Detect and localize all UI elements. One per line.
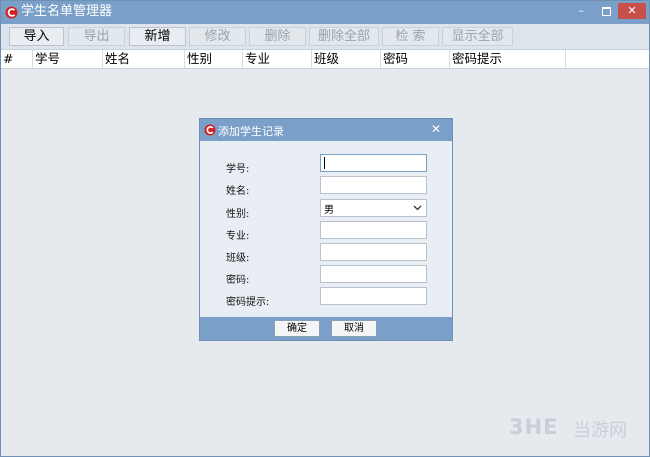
maximize-icon [601,6,611,16]
column-header-class[interactable]: 班级 [312,50,381,68]
watermark-logo: 3HE [509,415,559,439]
column-header-index[interactable]: # [1,50,33,68]
app-logo-icon [5,6,18,19]
import-button[interactable]: 导入 [9,27,64,46]
close-button[interactable]: ✕ [618,3,646,19]
class-label: 班级: [226,253,250,264]
minimize-button[interactable]: – [569,3,593,19]
name-label: 姓名: [226,186,250,197]
add-student-dialog: 添加学生记录 ✕ 学号: 姓名: 性别: 男 专业: 班级: 密码: 密码提示:… [199,118,453,341]
minimize-icon: – [578,4,584,17]
major-label: 专业: [226,231,250,242]
major-input[interactable] [320,221,427,239]
delete-all-button[interactable]: 删除全部 [309,27,379,46]
dialog-title: 添加学生记录 [218,125,284,138]
text-caret [324,157,325,169]
password-hint-input[interactable] [320,287,427,305]
gender-selected-value: 男 [324,205,334,216]
column-header-major[interactable]: 专业 [243,50,312,68]
edit-button[interactable]: 修改 [189,27,246,46]
gender-select[interactable]: 男 [320,199,427,217]
cancel-button[interactable]: 取消 [331,320,377,337]
name-input[interactable] [320,176,427,194]
password-hint-label: 密码提示: [226,297,270,308]
dialog-footer: 确定 取消 [200,317,452,340]
watermark: 3HE 当游网 [509,413,637,441]
title-bar[interactable]: 学生名单管理器 – ✕ [1,1,649,24]
column-header-name[interactable]: 姓名 [103,50,185,68]
window-title: 学生名单管理器 [21,4,113,19]
delete-button[interactable]: 删除 [249,27,306,46]
column-header-gender[interactable]: 性别 [185,50,243,68]
column-header-password[interactable]: 密码 [381,50,450,68]
password-input[interactable] [320,265,427,283]
search-button[interactable]: 检 索 [382,27,439,46]
maximize-button[interactable] [594,3,618,19]
column-header-student-id[interactable]: 学号 [33,50,103,68]
toolbar: 导入 导出 新增 修改 删除 删除全部 检 索 显示全部 [1,24,649,48]
dialog-close-button[interactable]: ✕ [428,121,444,137]
student-id-label: 学号: [226,164,250,175]
close-icon: ✕ [430,122,442,136]
gender-label: 性别: [226,209,250,220]
password-label: 密码: [226,275,250,286]
column-header-password-hint[interactable]: 密码提示 [450,50,566,68]
watermark-text: 当游网 [573,420,627,441]
chevron-down-icon [413,205,422,211]
add-button[interactable]: 新增 [129,27,186,46]
table-header: # 学号 姓名 性别 专业 班级 密码 密码提示 [1,49,649,69]
close-icon: ✕ [627,4,637,17]
ok-button[interactable]: 确定 [274,320,320,337]
class-input[interactable] [320,243,427,261]
show-all-button[interactable]: 显示全部 [442,27,513,46]
app-logo-icon [204,124,216,136]
student-id-input[interactable] [320,154,427,172]
main-window: 学生名单管理器 – ✕ 导入 导出 新增 修改 删除 删除全部 检 索 显示全部… [0,0,650,457]
dialog-title-bar[interactable]: 添加学生记录 ✕ [200,119,452,141]
export-button[interactable]: 导出 [68,27,125,46]
